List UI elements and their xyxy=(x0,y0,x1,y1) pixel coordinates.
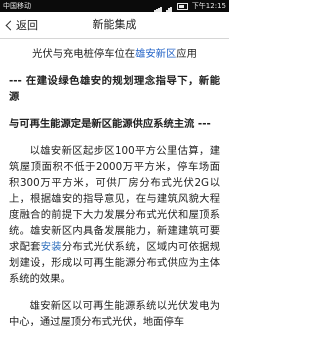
title-bar: 新能集成 返回 xyxy=(0,12,229,39)
install-link[interactable]: 安装 xyxy=(41,241,62,253)
paragraph-1: 以雄安新区起步区100平方公里估算，建筑屋顶面积不低于2000万平方米，停车场面… xyxy=(0,143,229,287)
chevron-left-icon xyxy=(5,20,16,30)
article-body: 光伏与充电桩停车位在雄安新区应用 --- 在建设绿色雄安的规划理念指导下，新能源… xyxy=(0,39,229,360)
lead-text-before: 光伏与充电桩停车位在 xyxy=(32,48,136,60)
section-heading-2: 与可再生能源定是新区能源供应系统主流 --- xyxy=(9,118,211,130)
lead-text-after: 应用 xyxy=(176,48,197,60)
article-lead: 光伏与充电桩停车位在雄安新区应用 xyxy=(0,46,229,62)
xiongan-link[interactable]: 雄安新区 xyxy=(135,48,176,60)
back-label: 返回 xyxy=(16,19,38,32)
signal-icon xyxy=(154,0,162,12)
battery-icon xyxy=(176,2,188,10)
carrier-name: 中国移动 xyxy=(3,2,31,10)
wifi-icon xyxy=(166,0,172,12)
status-indicators: 下午12:15 xyxy=(154,0,226,12)
status-bar: 中国移动 下午12:15 xyxy=(0,0,229,12)
status-time: 下午12:15 xyxy=(191,2,226,10)
back-button[interactable]: 返回 xyxy=(2,16,38,34)
section-heading-1: --- 在建设绿色雄安的规划理念指导下，新能源 xyxy=(9,75,220,103)
paragraph-1-text-before: 以雄安新区起步区100平方公里估算，建筑屋顶面积不低于2000万平方米，停车场面… xyxy=(9,145,220,253)
paragraph-2: 雄安新区以可再生能源系统以光伏发电为中心，通过屋顶分布式光伏，地面停车 xyxy=(9,300,220,328)
